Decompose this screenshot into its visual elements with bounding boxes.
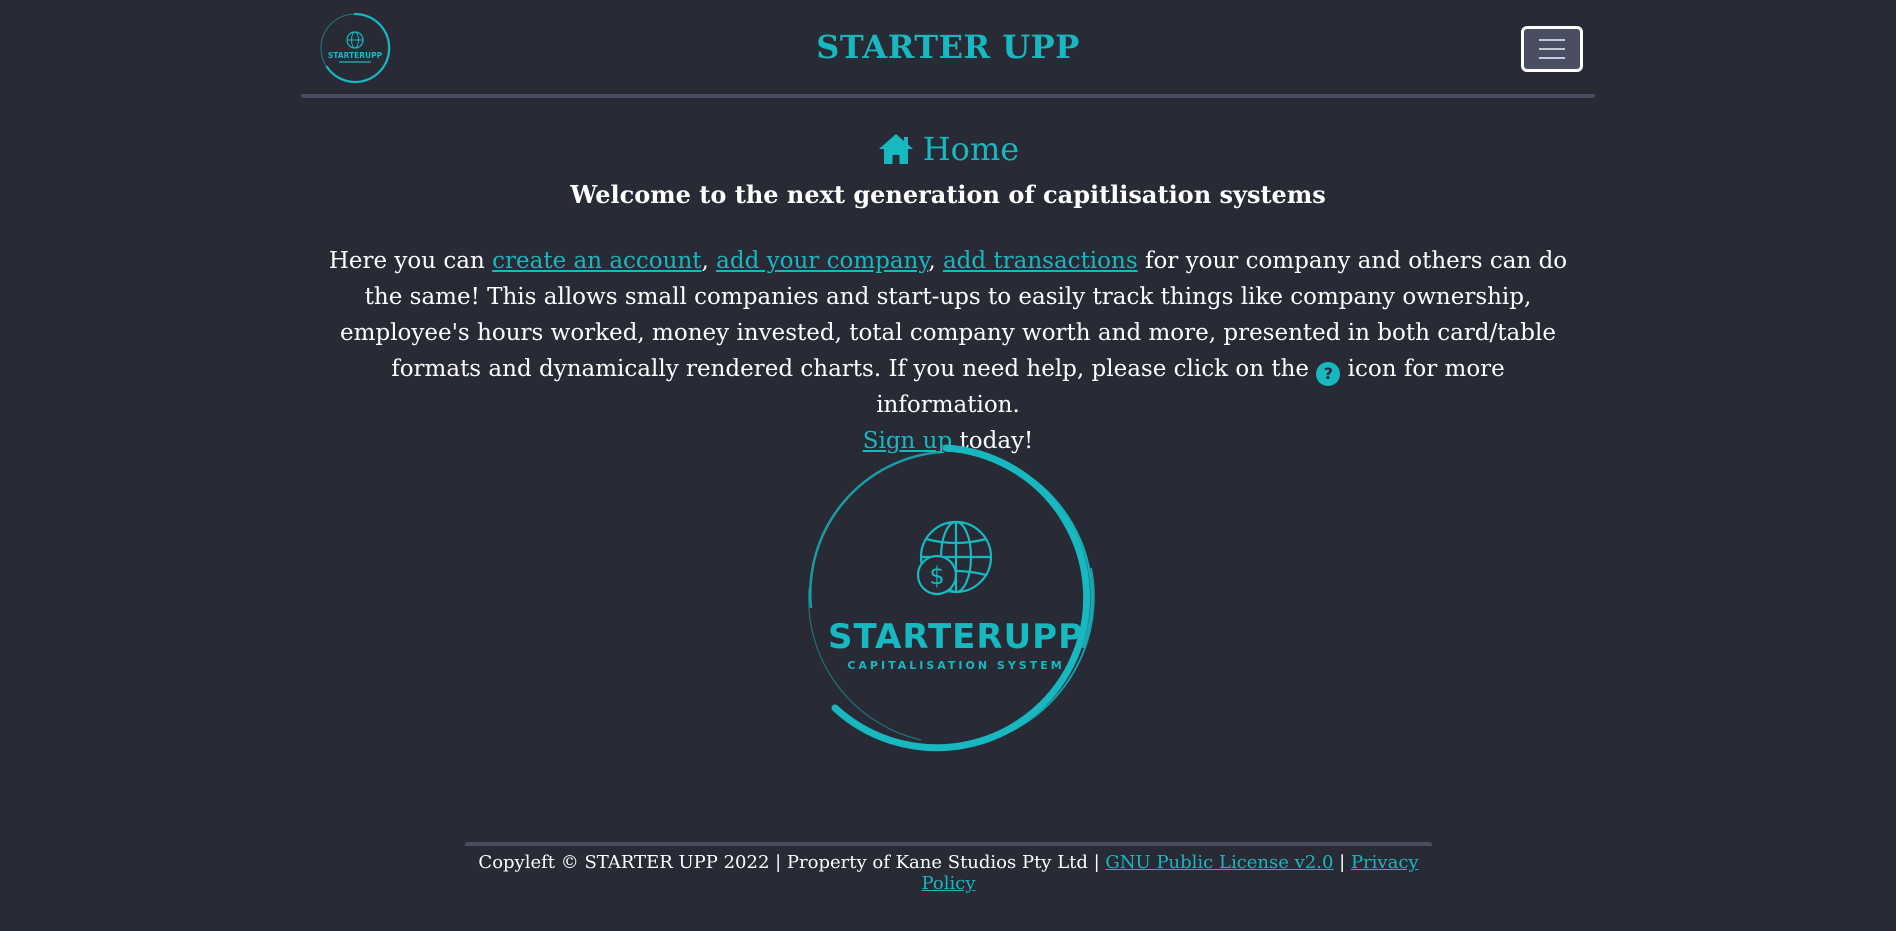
intro-separator: , bbox=[928, 248, 943, 274]
help-icon: ? bbox=[1316, 362, 1341, 386]
footer-copyright: Copyleft © STARTER UPP 2022 | Property o… bbox=[478, 852, 1106, 873]
intro-separator: , bbox=[701, 248, 717, 274]
main-content: Home Welcome to the next generation of c… bbox=[301, 98, 1595, 752]
site-header: STARTERUPP STARTER UPP bbox=[301, 0, 1595, 98]
hamburger-menu-icon bbox=[1539, 48, 1565, 50]
license-link[interactable]: GNU Public License v2.0 bbox=[1105, 852, 1333, 873]
logo-tagline: CAPITALISATION SYSTEM bbox=[847, 659, 1064, 672]
intro-paragraph: Here you can create an account, add your… bbox=[328, 243, 1568, 459]
intro-prefix: Here you can bbox=[328, 248, 493, 274]
create-account-link[interactable]: create an account bbox=[492, 248, 701, 274]
add-company-link[interactable]: add your company bbox=[716, 248, 928, 274]
home-icon bbox=[878, 134, 913, 164]
menu-toggle-button[interactable] bbox=[1521, 26, 1583, 72]
main-logo: $ STARTERUPP CAPITALISATION SYSTEM bbox=[791, 438, 1111, 758]
hamburger-menu-icon bbox=[1539, 57, 1565, 59]
add-transactions-link[interactable]: add transactions bbox=[943, 248, 1138, 274]
footer-separator: | bbox=[1333, 852, 1351, 873]
starterupp-capitalisation-logo: $ STARTERUPP CAPITALISATION SYSTEM bbox=[808, 444, 1095, 752]
svg-text:$: $ bbox=[929, 562, 944, 590]
site-brand[interactable]: STARTER UPP bbox=[301, 28, 1595, 66]
logo-wordmark: STARTERUPP bbox=[828, 617, 1084, 657]
site-footer: Copyleft © STARTER UPP 2022 | Property o… bbox=[465, 842, 1432, 894]
page-subtitle: Welcome to the next generation of capitl… bbox=[570, 180, 1326, 209]
hamburger-menu-icon bbox=[1539, 39, 1565, 41]
page-title: Home bbox=[301, 130, 1595, 168]
page-title-text: Home bbox=[922, 130, 1020, 168]
